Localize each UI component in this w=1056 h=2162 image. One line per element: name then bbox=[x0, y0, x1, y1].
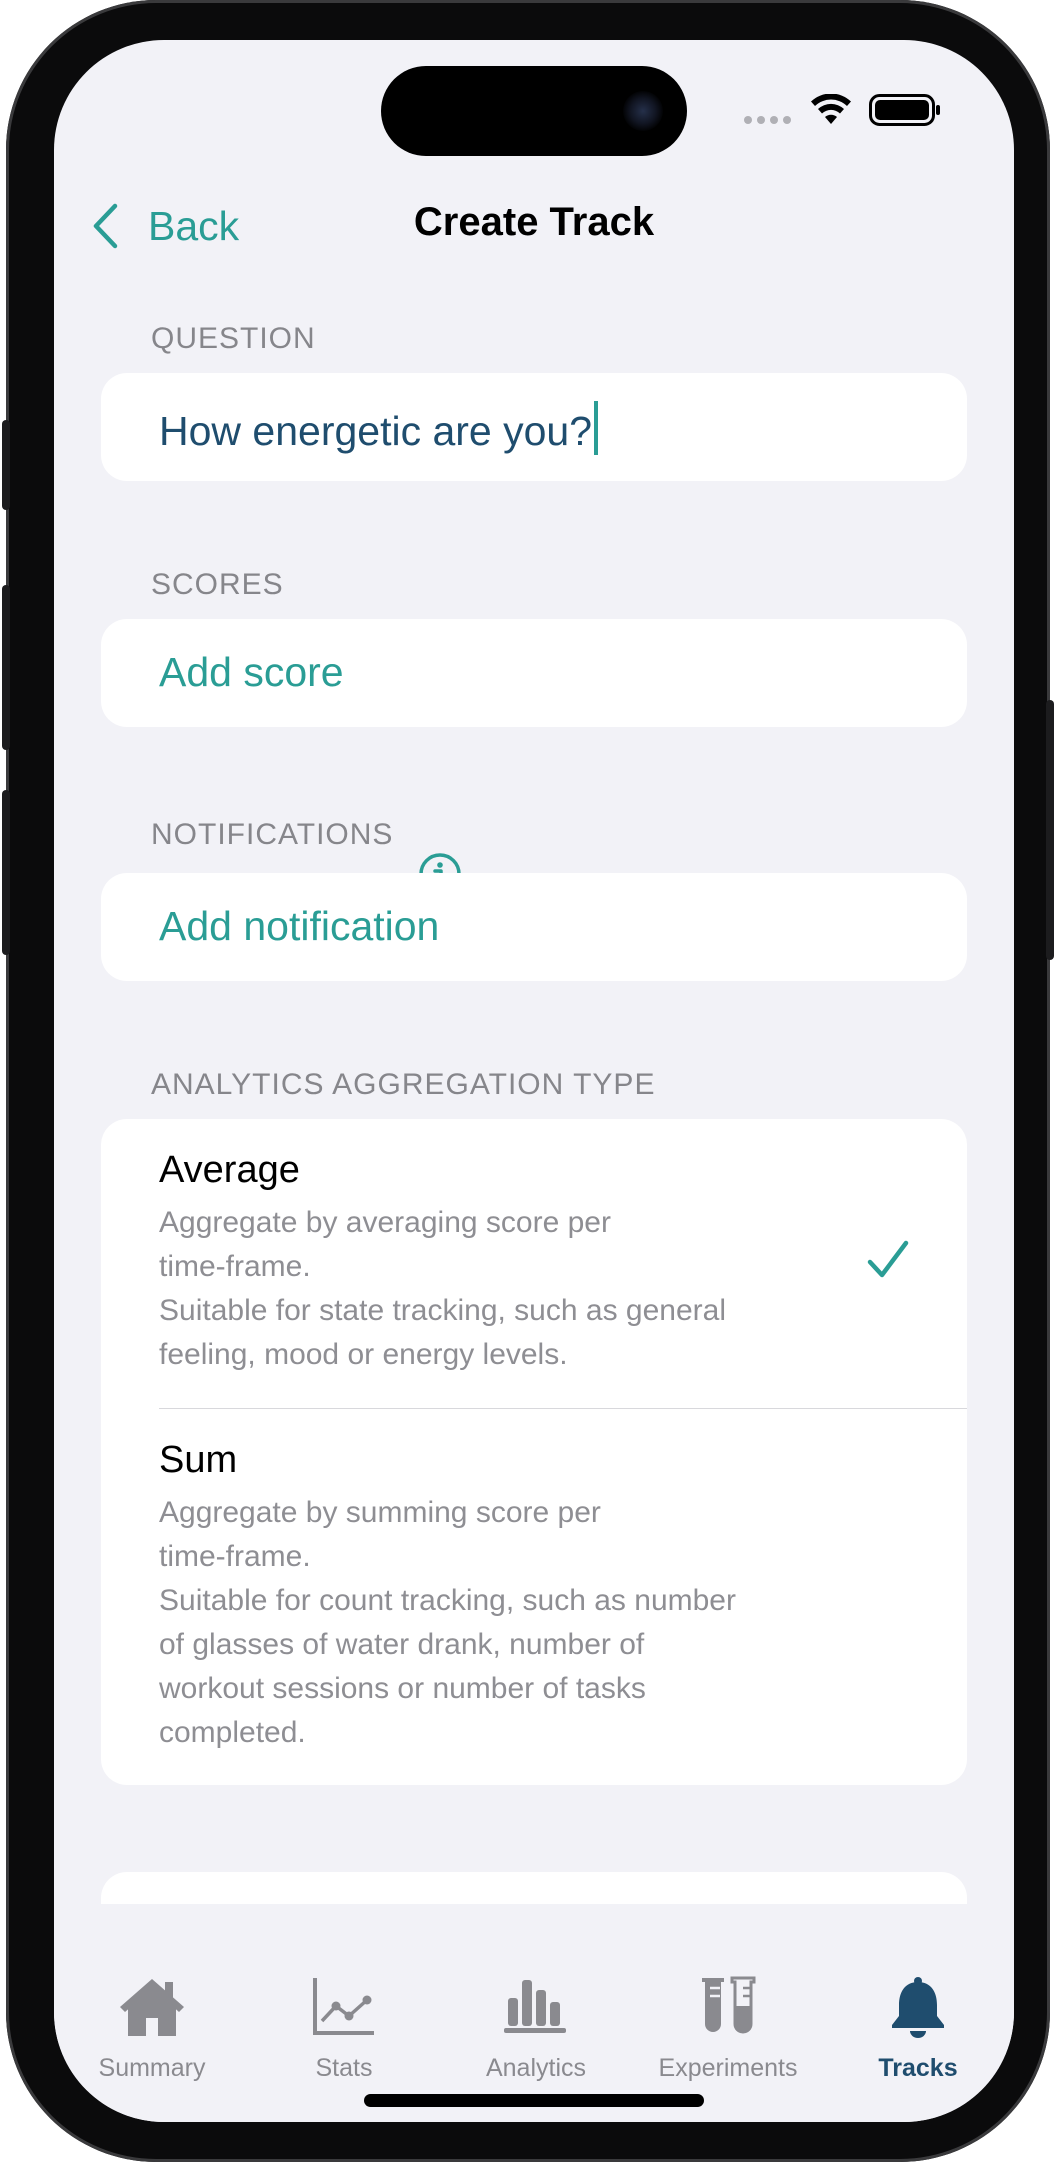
desc-line: Suitable for state tracking, such as gen… bbox=[159, 1294, 726, 1327]
tab-label-summary: Summary bbox=[98, 2054, 206, 2082]
line-chart-icon bbox=[313, 1978, 374, 2035]
desc-line: workout sessions or number of tasks bbox=[159, 1672, 646, 1705]
tab-bar: Summary Stats Analytics Experiments Trac… bbox=[54, 1904, 1014, 2122]
desc-line: Aggregate by summing score per bbox=[159, 1496, 601, 1529]
screen: Back Create Track QUESTION How energetic… bbox=[54, 40, 1014, 2122]
desc-line: Aggregate by averaging score per bbox=[159, 1206, 611, 1239]
add-score-row[interactable]: Add score bbox=[101, 619, 967, 727]
aggregation-section-label: ANALYTICS AGGREGATION TYPE bbox=[151, 1068, 656, 1101]
bar-chart-icon bbox=[504, 1980, 566, 2033]
tab-label-stats: Stats bbox=[315, 2054, 373, 2082]
desc-line: Suitable for count tracking, such as num… bbox=[159, 1584, 736, 1617]
home-indicator[interactable] bbox=[364, 2094, 704, 2107]
volume-up-button bbox=[2, 585, 10, 750]
tab-experiments[interactable]: Experiments bbox=[632, 1904, 824, 2082]
option-description-sum: Aggregate by summing score per time-fram… bbox=[159, 1491, 839, 1755]
add-notification-row[interactable]: Add notification bbox=[101, 873, 967, 981]
option-description-average: Aggregate by averaging score per time-fr… bbox=[159, 1201, 839, 1377]
question-section-label: QUESTION bbox=[151, 322, 316, 355]
tab-stats[interactable]: Stats bbox=[248, 1904, 440, 2082]
text-cursor bbox=[594, 401, 599, 455]
action-button bbox=[2, 420, 10, 510]
question-input[interactable]: How energetic are you? bbox=[159, 401, 599, 455]
tab-label-tracks: Tracks bbox=[878, 2054, 958, 2082]
tab-summary[interactable]: Summary bbox=[56, 1904, 248, 2082]
add-score-button[interactable]: Add score bbox=[159, 649, 344, 696]
desc-line: completed. bbox=[159, 1716, 306, 1749]
aggregation-options-card: Average Aggregate by averaging score per… bbox=[101, 1119, 967, 1785]
bell-icon bbox=[892, 1977, 944, 2038]
test-tubes-icon bbox=[702, 1976, 756, 2034]
desc-line: time-frame. bbox=[159, 1250, 311, 1283]
desc-line: feeling, mood or energy levels. bbox=[159, 1338, 568, 1371]
dynamic-island bbox=[381, 66, 687, 156]
tab-label-analytics: Analytics bbox=[485, 2054, 587, 2082]
wifi-icon bbox=[811, 94, 851, 124]
desc-line: time-frame. bbox=[159, 1540, 311, 1573]
phone-frame: Back Create Track QUESTION How energetic… bbox=[2, 0, 1054, 2162]
scores-section-label: SCORES bbox=[151, 568, 284, 601]
desc-line: of glasses of water drank, number of bbox=[159, 1628, 645, 1661]
notifications-section-label: NOTIFICATIONS bbox=[151, 818, 394, 851]
option-title-sum: Sum bbox=[159, 1439, 238, 1481]
question-field[interactable]: How energetic are you? bbox=[101, 373, 967, 481]
aggregation-option-sum[interactable]: Sum Aggregate by summing score per time-… bbox=[101, 1409, 967, 1785]
tab-analytics[interactable]: Analytics bbox=[440, 1904, 632, 2082]
cellular-signal-icon bbox=[744, 116, 791, 124]
battery-icon bbox=[869, 94, 940, 126]
aggregation-option-average[interactable]: Average Aggregate by averaging score per… bbox=[101, 1119, 967, 1408]
checkmark-icon bbox=[867, 1240, 909, 1278]
tab-tracks[interactable]: Tracks bbox=[822, 1904, 1014, 2082]
question-input-value: How energetic are you? bbox=[159, 408, 593, 454]
add-notification-button[interactable]: Add notification bbox=[159, 903, 439, 950]
house-icon bbox=[120, 1979, 184, 2036]
option-title-average: Average bbox=[159, 1149, 300, 1191]
front-camera-icon bbox=[623, 91, 663, 131]
page-title: Create Track bbox=[413, 200, 655, 244]
volume-down-button bbox=[2, 790, 10, 955]
tab-label-experiments: Experiments bbox=[658, 2054, 798, 2082]
power-button bbox=[1046, 700, 1054, 960]
